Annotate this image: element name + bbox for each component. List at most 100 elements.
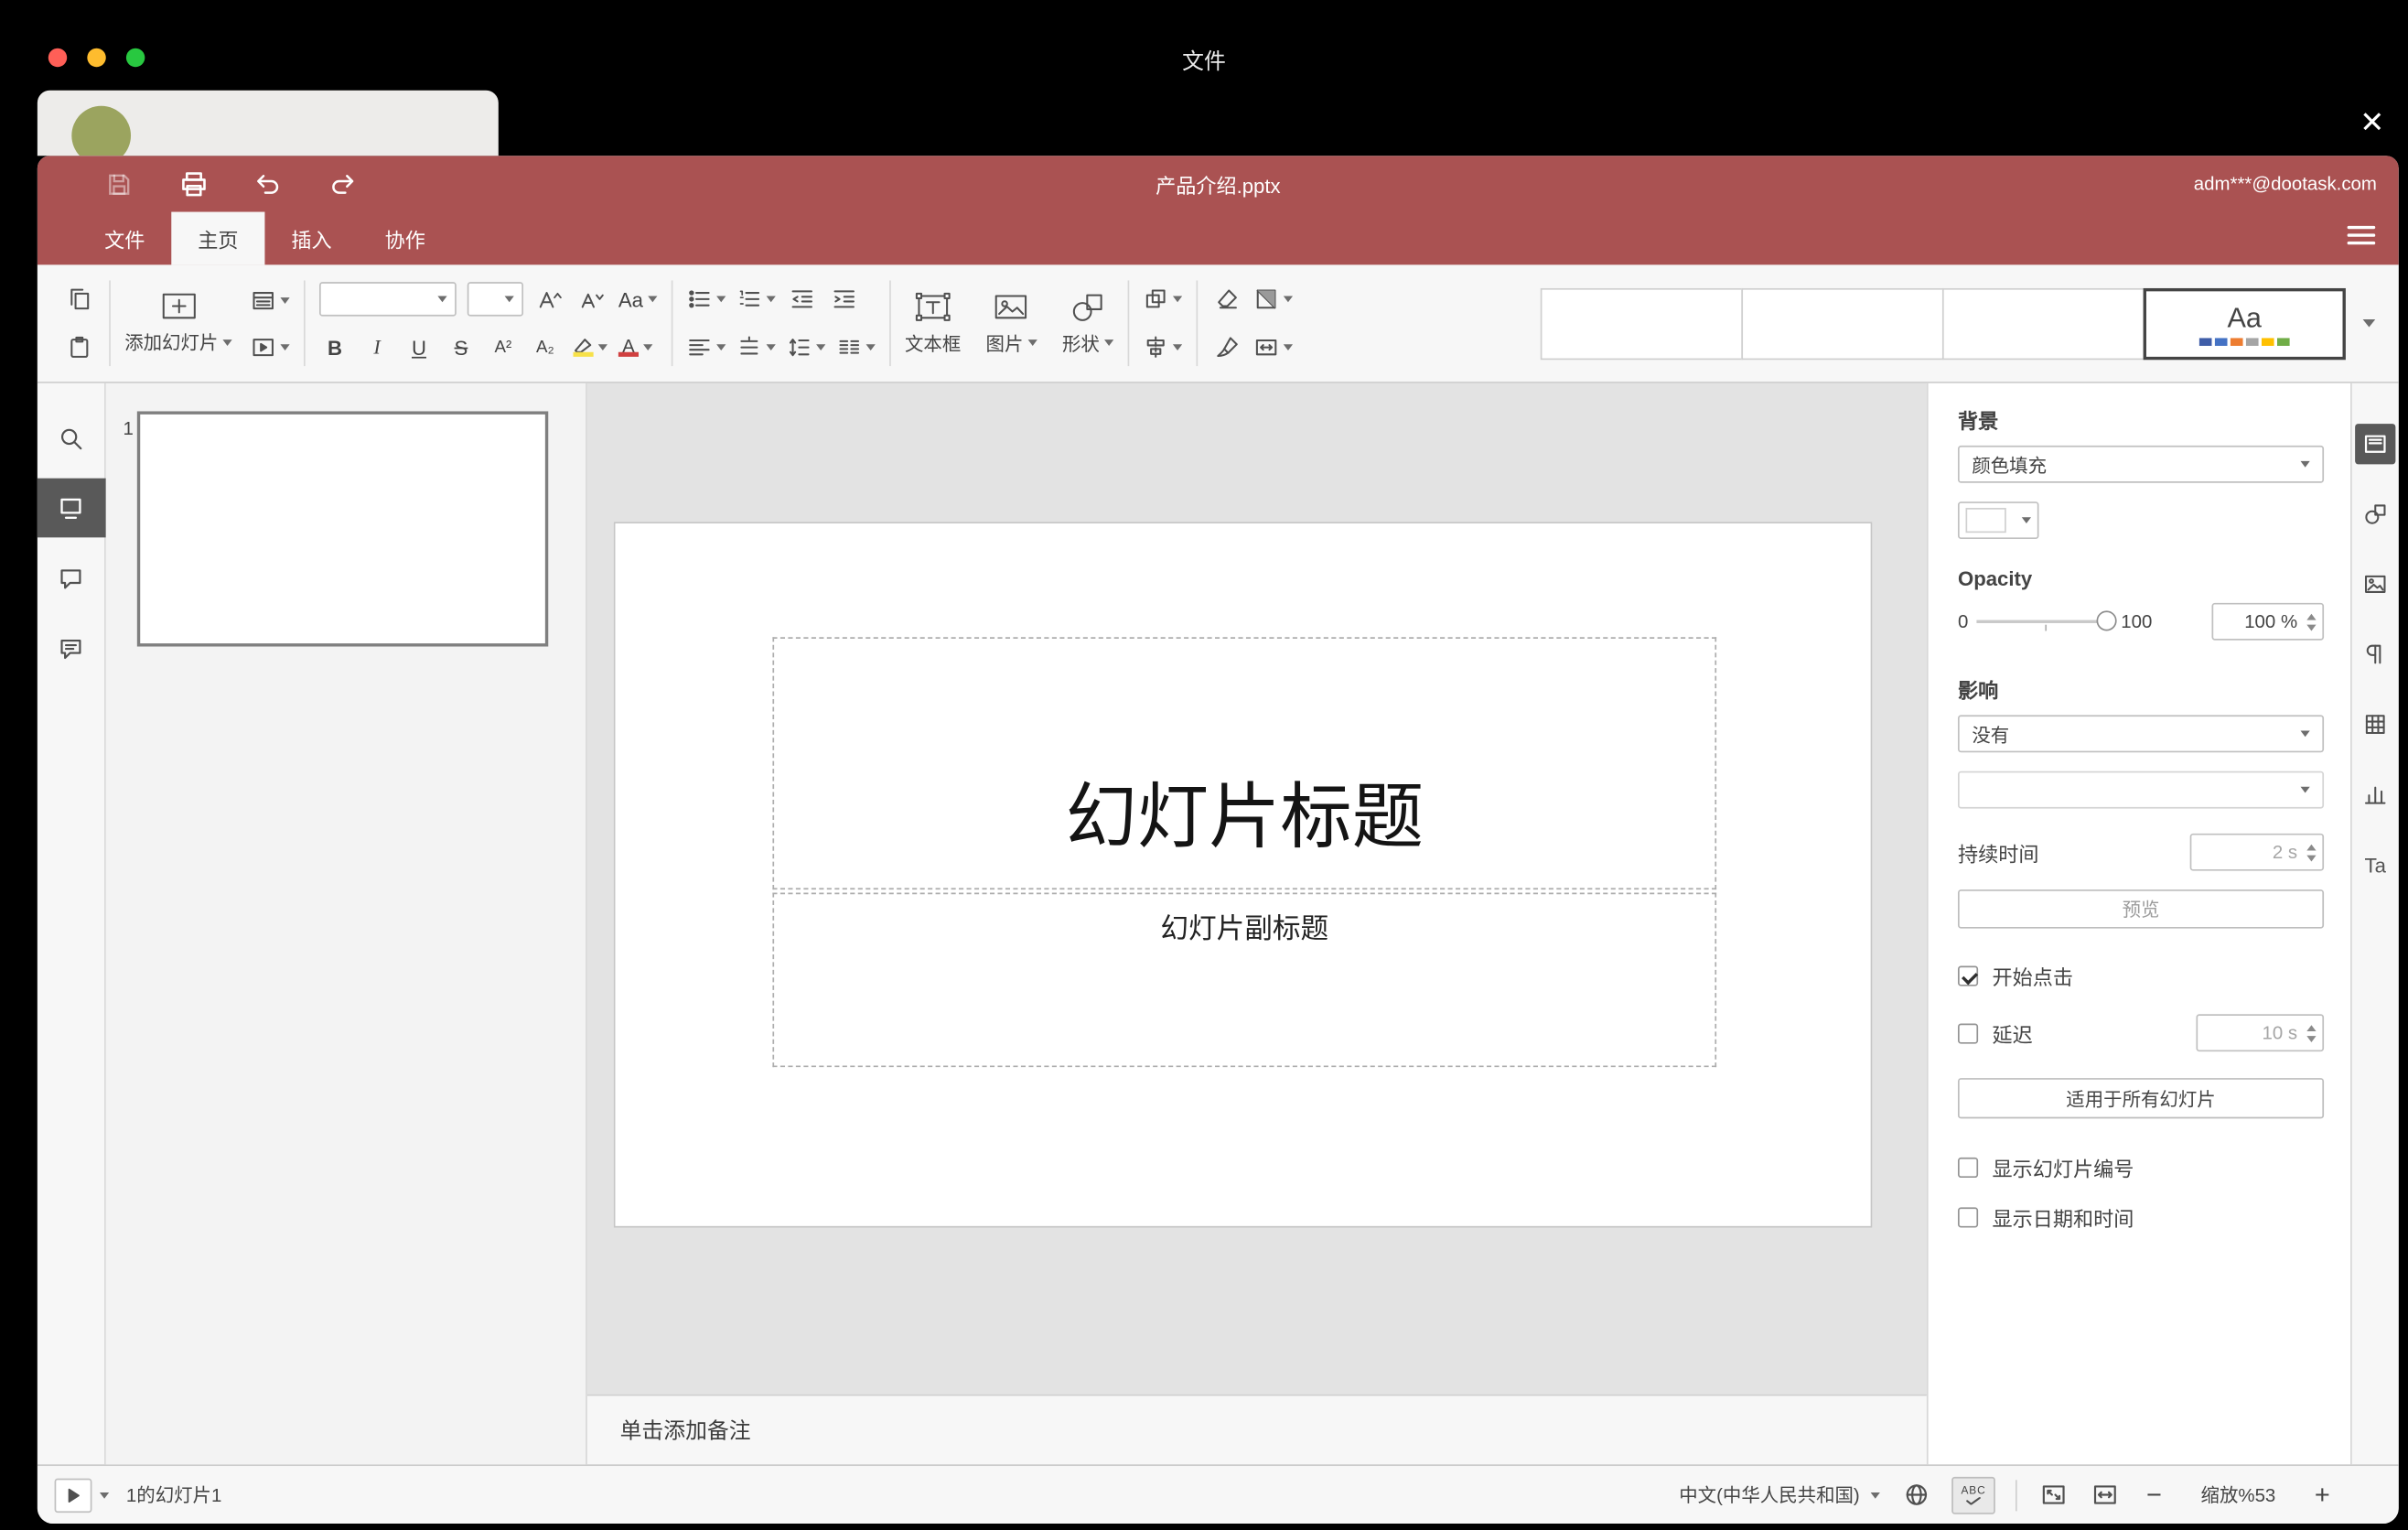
increase-indent-icon[interactable] — [829, 282, 860, 316]
clear-style-icon[interactable] — [1211, 282, 1242, 316]
slide-group: 添加幻灯片 — [111, 283, 304, 364]
opacity-slider[interactable] — [1975, 610, 2117, 632]
font-color-button[interactable]: A — [618, 330, 653, 364]
gallery-expand-icon[interactable] — [2346, 287, 2386, 359]
undo-icon[interactable] — [253, 168, 284, 199]
start-slideshow-icon[interactable] — [251, 329, 290, 363]
color-scheme-icon[interactable] — [1253, 282, 1293, 316]
zoom-in-button[interactable]: + — [2308, 1479, 2337, 1510]
copy-icon[interactable] — [64, 282, 95, 316]
background-label: 背景 — [1957, 409, 1999, 434]
duration-input[interactable]: 2 s — [2189, 833, 2325, 871]
theme-option-1[interactable] — [1540, 287, 1744, 360]
tab-home[interactable]: 主页 — [171, 211, 265, 265]
slide-size-icon[interactable] — [1253, 330, 1293, 364]
print-icon[interactable] — [177, 168, 209, 199]
chart-settings-icon[interactable] — [2355, 774, 2395, 814]
align-objects-icon[interactable] — [1144, 330, 1183, 364]
slide[interactable]: 幻灯片标题 幻灯片副标题 — [613, 522, 1873, 1228]
superscript-button[interactable]: A² — [488, 330, 519, 364]
slide-thumbnails-panel: 1 — [105, 382, 587, 1465]
show-slide-number-checkbox[interactable] — [1957, 1157, 1979, 1179]
font-size-combo[interactable] — [467, 282, 524, 317]
delay-checkbox[interactable] — [1957, 1022, 1979, 1043]
show-date-time-checkbox[interactable] — [1957, 1207, 1979, 1228]
comments-icon[interactable] — [38, 548, 105, 608]
arrange-objects-icon[interactable] — [1144, 282, 1183, 316]
language-select[interactable]: 中文(中华人民共和国) — [1679, 1482, 1880, 1508]
increase-font-size-icon[interactable] — [534, 282, 565, 316]
underline-button[interactable]: U — [403, 330, 435, 364]
redo-icon[interactable] — [328, 168, 359, 199]
opacity-min-label: 0 — [1957, 610, 1969, 633]
avatar — [71, 105, 132, 156]
slide-thumbnail[interactable] — [136, 411, 549, 647]
subtitle-placeholder[interactable]: 幻灯片副标题 — [772, 892, 1717, 1068]
delay-input[interactable]: 10 s — [2196, 1014, 2325, 1052]
tab-insert[interactable]: 插入 — [264, 212, 358, 265]
close-preview-button[interactable]: ✕ — [2352, 102, 2392, 143]
transition-select[interactable]: 没有 — [1957, 715, 2325, 753]
shape-settings-icon[interactable] — [2355, 494, 2395, 534]
italic-button[interactable]: I — [361, 330, 392, 364]
fit-slide-icon[interactable] — [2037, 1478, 2069, 1512]
change-case-button[interactable]: Aa — [618, 282, 658, 316]
insert-textbox-button[interactable]: 文本框 — [905, 291, 961, 357]
image-settings-icon[interactable] — [2355, 564, 2395, 604]
start-on-click-checkbox[interactable] — [1957, 965, 1979, 986]
theme-option-3[interactable] — [1941, 287, 2145, 360]
title-placeholder[interactable]: 幻灯片标题 — [772, 637, 1717, 890]
slide-settings-icon[interactable] — [2355, 424, 2396, 465]
horizontal-align-icon[interactable] — [687, 330, 726, 364]
copy-style-icon[interactable] — [1211, 330, 1242, 364]
hamburger-menu-icon[interactable] — [2347, 225, 2376, 245]
slide-layout-icon[interactable] — [251, 283, 290, 317]
zoom-out-button[interactable]: − — [2140, 1479, 2168, 1510]
tab-file[interactable]: 文件 — [78, 212, 171, 265]
vertical-align-icon[interactable] — [736, 330, 776, 364]
line-spacing-icon[interactable] — [787, 330, 826, 364]
save-icon[interactable] — [102, 168, 134, 199]
bold-button[interactable]: B — [319, 330, 350, 364]
fill-color-swatch[interactable] — [1957, 501, 2039, 540]
theme-option-selected[interactable]: Aa — [2143, 287, 2346, 360]
slide-counter: 1的幻灯片1 — [125, 1484, 222, 1507]
notes-area[interactable]: 单击添加备注 — [586, 1394, 1927, 1465]
numbered-list-icon[interactable] — [736, 282, 776, 316]
theme-option-2[interactable] — [1741, 287, 1944, 360]
add-slide-button[interactable]: 添加幻灯片 — [124, 291, 232, 355]
fit-width-icon[interactable] — [2089, 1478, 2120, 1512]
delay-label: 延迟 — [1992, 1022, 2033, 1047]
apply-to-all-button[interactable]: 适用于所有幻灯片 — [1957, 1078, 2325, 1119]
bullet-list-icon[interactable] — [687, 282, 726, 316]
paragraph-settings-icon[interactable] — [2355, 634, 2395, 674]
decrease-font-size-icon[interactable] — [576, 282, 607, 316]
editing-canvas[interactable]: 幻灯片标题 幻灯片副标题 — [587, 383, 1927, 1395]
preview-button[interactable]: 预览 — [1957, 889, 2325, 929]
opacity-slider-knob[interactable] — [2095, 610, 2117, 631]
start-slideshow-button[interactable] — [54, 1477, 92, 1513]
text-art-settings-icon[interactable]: Ta — [2355, 845, 2395, 885]
chat-icon[interactable] — [38, 619, 105, 678]
insert-columns-icon[interactable] — [836, 330, 876, 364]
table-settings-icon[interactable] — [2355, 705, 2395, 745]
strikeout-button[interactable]: S — [446, 330, 477, 364]
fill-type-select[interactable]: 颜色填充 — [1957, 445, 2325, 483]
transition-variant-select[interactable] — [1957, 770, 2325, 809]
spellcheck-button[interactable]: ABC — [1951, 1476, 1995, 1514]
insert-shape-button[interactable]: 形状 — [1062, 291, 1114, 357]
search-icon[interactable] — [38, 408, 105, 468]
font-name-combo[interactable] — [319, 282, 457, 317]
insert-image-button[interactable]: 图片 — [986, 291, 1037, 357]
slides-panel-icon[interactable] — [37, 478, 105, 538]
globe-icon[interactable] — [1900, 1478, 1931, 1512]
subscript-button[interactable]: A₂ — [530, 330, 561, 364]
paste-icon[interactable] — [64, 330, 95, 364]
highlight-color-button[interactable] — [572, 330, 607, 364]
spinner-arrows-icon[interactable] — [2302, 612, 2322, 630]
slideshow-options-icon[interactable] — [99, 1492, 110, 1498]
decrease-indent-icon[interactable] — [787, 282, 818, 316]
document-title: 产品介绍.pptx — [1156, 173, 1281, 198]
opacity-input[interactable]: 100 % — [2211, 602, 2325, 641]
tab-collaboration[interactable]: 协作 — [359, 212, 452, 265]
